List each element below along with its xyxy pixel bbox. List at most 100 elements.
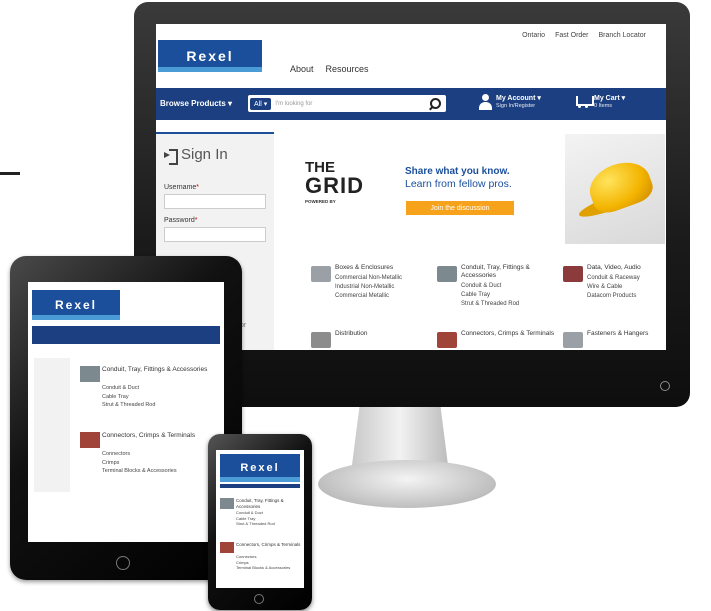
category-links: Commercial Non-Metallic Industrial Non-M…	[335, 274, 431, 301]
my-cart-label: My Cart ▾	[594, 94, 626, 102]
password-label-text: Password	[164, 217, 195, 224]
category-title[interactable]: Boxes & Enclosures	[335, 264, 431, 272]
category-links: Conduit & Duct Cable Tray Strut & Thread…	[461, 282, 557, 309]
search-bar: All ▾ I'm looking for	[248, 95, 446, 112]
logo-accent-bar	[158, 67, 262, 72]
search-input[interactable]: I'm looking for	[275, 101, 428, 107]
username-label-text: Username	[164, 184, 197, 191]
username-label: Username*	[164, 184, 199, 191]
category-title[interactable]: Connectors, Crimps & Terminals	[102, 432, 214, 440]
logo-accent-bar	[32, 315, 120, 320]
rexel-logo[interactable]: Rexel	[158, 40, 262, 72]
category-title[interactable]: Data, Video, Audio	[587, 264, 663, 272]
category-link[interactable]: Strut & Threaded Rod	[461, 300, 557, 309]
category-link[interactable]: Strut & Threaded Rod	[236, 521, 302, 527]
category-title[interactable]: Fasteners & Hangers	[587, 330, 663, 338]
category-link[interactable]: Terminal Blocks & Accessories	[102, 467, 214, 476]
required-mark: *	[194, 217, 198, 224]
my-account-menu[interactable]: My Account ▾ Sign In/Register	[478, 94, 541, 110]
category-title[interactable]: Connectors, Crimps & Terminals	[461, 330, 557, 338]
grid-logo-line2: GRID	[305, 173, 364, 198]
monitor-stand-neck	[352, 405, 448, 465]
category-link[interactable]: Conduit & Duct	[102, 384, 214, 393]
nav-resources[interactable]: Resources	[326, 64, 369, 74]
decorative-dash	[0, 172, 20, 175]
banner-headline: Share what you know.	[405, 166, 510, 177]
tablet-sidebar	[34, 358, 70, 492]
category-links: Conduit & Raceway Wire & Cable Datacom P…	[587, 274, 663, 301]
the-grid-banner[interactable]: THE GRID POWERED BY Share what you know.…	[291, 134, 665, 244]
category-link[interactable]: Conduit & Raceway	[587, 274, 663, 283]
logo-text: Rexel	[186, 48, 234, 64]
category-link[interactable]: Crimps	[102, 459, 214, 468]
category-link[interactable]: Datacom Products	[587, 292, 663, 301]
category-link[interactable]: Commercial Non-Metallic	[335, 274, 431, 283]
category-grid: Boxes & Enclosures Commercial Non-Metall…	[291, 264, 665, 350]
category-thumbnail	[437, 266, 457, 282]
username-field[interactable]	[164, 194, 266, 209]
category-title[interactable]: Distribution	[335, 330, 431, 338]
category-link[interactable]: Industrial Non-Metallic	[335, 283, 431, 292]
monitor-power-button	[660, 381, 670, 391]
rexel-logo[interactable]: Rexel	[32, 290, 120, 320]
banner-subhead: Learn from fellow pros.	[405, 178, 512, 190]
search-category-select[interactable]: All ▾	[250, 97, 272, 110]
sign-in-icon	[164, 148, 178, 165]
category-title[interactable]: Conduit, Tray, Fittings & Accessories	[236, 498, 302, 509]
primary-nav: About Resources	[290, 64, 369, 74]
category-thumbnail	[80, 432, 100, 448]
category-link[interactable]: Terminal Blocks & Accessories	[236, 565, 302, 571]
tablet-navbar[interactable]	[32, 326, 220, 344]
category-links: Connectors Crimps Terminal Blocks & Acce…	[236, 554, 302, 571]
category-thumbnail	[220, 498, 234, 509]
link-ontario[interactable]: Ontario	[522, 32, 545, 39]
tablet-home-button	[116, 556, 130, 570]
rexel-logo[interactable]: Rexel	[220, 454, 300, 482]
my-account-label: My Account ▾	[496, 94, 541, 102]
sign-in-register-link[interactable]: Sign In/Register	[496, 103, 541, 110]
search-icon[interactable]	[428, 97, 442, 111]
link-fast-order[interactable]: Fast Order	[555, 32, 588, 39]
nav-about[interactable]: About	[290, 64, 314, 74]
category-link[interactable]: Wire & Cable	[587, 283, 663, 292]
category-title[interactable]: Conduit, Tray, Fittings & Accessories	[461, 264, 557, 280]
password-label: Password*	[164, 217, 197, 224]
category-links: Connectors Crimps Terminal Blocks & Acce…	[102, 450, 214, 476]
phone-screen: Rexel Conduit, Tray, Fittings & Accessor…	[216, 450, 304, 588]
category-thumbnail	[563, 266, 583, 282]
logo-text: Rexel	[240, 462, 280, 474]
password-field[interactable]	[164, 227, 266, 242]
category-links: Conduit & Duct Cable Tray Strut & Thread…	[236, 510, 302, 527]
category-link[interactable]: Cable Tray	[461, 291, 557, 300]
join-discussion-button[interactable]: Join the discussion	[406, 201, 514, 215]
category-link[interactable]: Strut & Threaded Rod	[102, 401, 214, 410]
category-thumbnail	[80, 366, 100, 382]
sign-in-title: Sign In	[164, 146, 228, 165]
devices-mockup: Rexel Ontario Fast Order Branch Locator …	[0, 0, 711, 611]
grid-powered-by: POWERED BY	[305, 199, 336, 204]
banner-copy: Share what you know. Learn from fellow p…	[405, 166, 512, 190]
category-title[interactable]: Connectors, Crimps & Terminals	[236, 542, 302, 548]
monitor-stand-base	[318, 460, 496, 508]
category-link[interactable]: Conduit & Duct	[461, 282, 557, 291]
browse-products-menu[interactable]: Browse Products ▾	[160, 99, 232, 108]
phone-navbar[interactable]	[220, 484, 300, 488]
the-grid-logo: THE GRID POWERED BY	[305, 160, 377, 220]
tablet-screen: Rexel Conduit, Tray, Fittings & Accessor…	[28, 282, 224, 542]
my-cart-menu[interactable]: My Cart ▾ 0 Items	[576, 94, 625, 110]
phone-device: Rexel Conduit, Tray, Fittings & Accessor…	[208, 434, 312, 610]
category-links: Conduit & Duct Cable Tray Strut & Thread…	[102, 384, 214, 410]
category-thumbnail	[311, 266, 331, 282]
category-thumbnail	[563, 332, 583, 348]
phone-home-button	[254, 594, 264, 604]
hardhat-image	[565, 134, 665, 244]
category-link[interactable]: Commercial Metallic	[335, 292, 431, 301]
sign-in-heading: Sign In	[181, 146, 228, 163]
link-branch-locator[interactable]: Branch Locator	[599, 32, 646, 39]
category-link[interactable]: Connectors	[102, 450, 214, 459]
category-thumbnail	[220, 542, 234, 553]
logo-accent-bar	[220, 477, 300, 482]
category-link[interactable]: Cable Tray	[102, 393, 214, 402]
category-title[interactable]: Conduit, Tray, Fittings & Accessories	[102, 366, 214, 374]
logo-text: Rexel	[54, 298, 98, 312]
